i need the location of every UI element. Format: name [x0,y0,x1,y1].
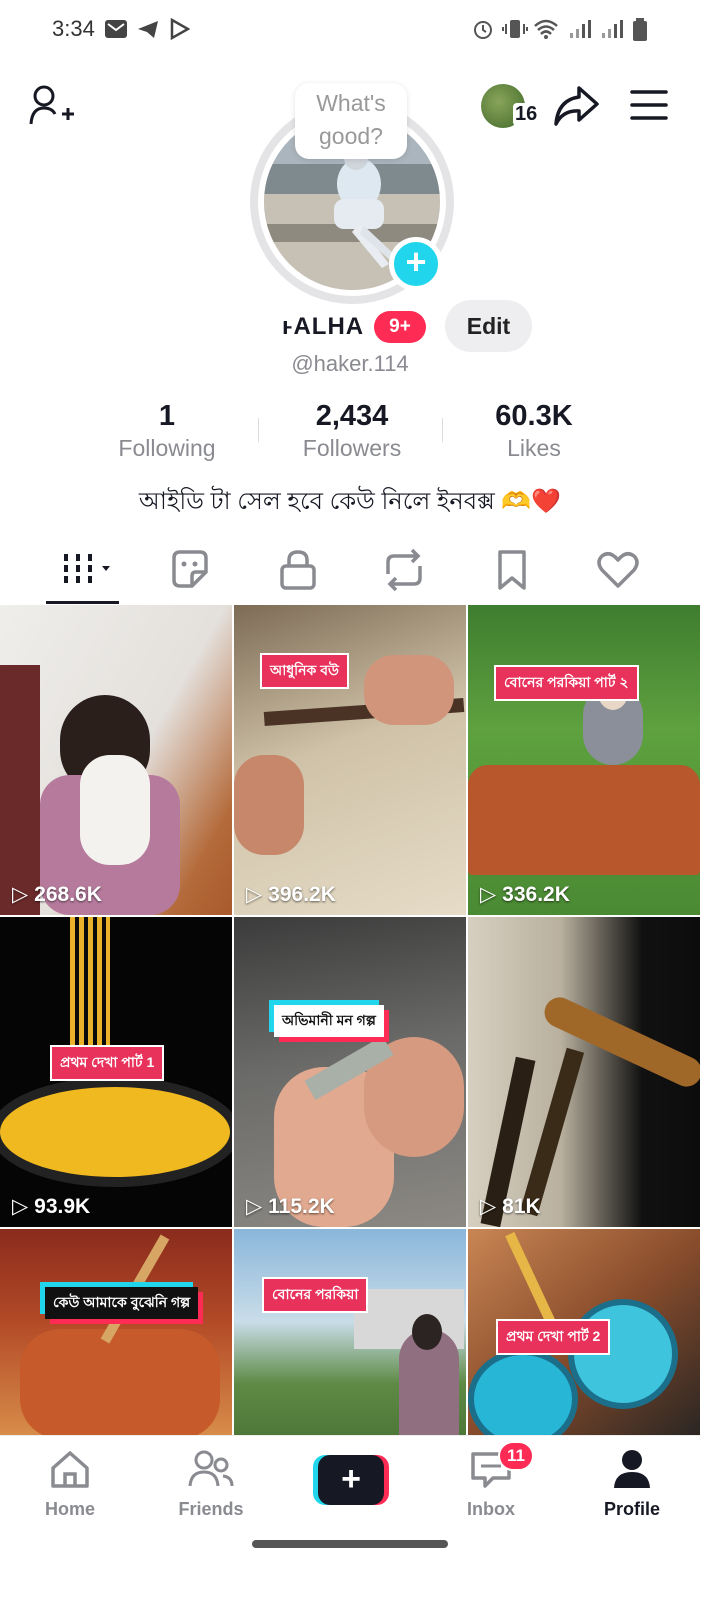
bubble-text-line2: good? [319,123,383,149]
video-caption: বোনের পরকিয়া [262,1277,369,1313]
play-icon: ▷ [480,883,497,906]
alarm-icon [474,21,492,39]
play-icon: ▷ [480,1195,497,1218]
favorites-sticker-icon[interactable] [168,548,228,592]
view-count: ▷ 268.6K [12,882,102,907]
stat-divider [258,418,259,442]
plus-icon: + [318,1455,384,1505]
stat-following-value: 1 [158,400,176,432]
videos-grid-icon[interactable] [60,548,120,592]
play-icon: ▷ [12,1195,29,1218]
mail-icon [105,20,127,38]
follower-avatar-count: 16 [513,103,540,126]
bookmark-icon[interactable] [490,548,550,592]
view-count: ▷ 336.2K [480,882,570,907]
menu-icon[interactable] [630,88,668,122]
friends-icon [188,1450,234,1487]
stat-divider [442,418,443,442]
add-friend-icon[interactable] [28,84,76,128]
stat-followers-label: Followers [302,435,402,461]
nav-profile-label: Profile [603,1499,660,1519]
video-caption: প্রথম দেখা পার্ট 2 [496,1319,611,1355]
telegram-icon [138,21,158,38]
video-thumbnail[interactable]: বোনের পরকিয়া পার্ট ২ ▷ 336.2K [468,605,700,915]
video-thumbnail[interactable]: অভিমানী মন গল্প ▷ 115.2K [234,917,466,1227]
stat-likes-value: 60.3K [495,400,573,432]
add-story-button[interactable]: + [389,237,443,291]
nav-home-label: Home [44,1499,95,1519]
video-caption: অভিমানী মন গল্প [274,1005,384,1037]
play-icon: ▷ [12,883,29,906]
nav-inbox-label: Inbox [467,1499,515,1519]
stat-likes-label: Likes [507,435,561,461]
stat-followers[interactable]: 2,434 Followers [290,400,414,462]
create-button[interactable]: + [313,1455,389,1505]
video-caption: কেউ আমাকে বুঝেনি গল্প [45,1287,199,1319]
liked-heart-icon[interactable] [596,548,656,592]
vibrate-icon [502,20,528,38]
view-count: ▷ 396.2K [246,882,336,907]
video-thumbnail[interactable]: ▷ 268.6K [0,605,232,915]
stat-likes[interactable]: 60.3K Likes [474,400,594,462]
video-thumbnail[interactable]: ▷ 81K [468,917,700,1227]
view-count: ▷ 93.9K [12,1194,91,1219]
nav-profile[interactable]: Profile [582,1448,682,1520]
stat-following[interactable]: 1 Following [108,400,226,462]
stat-following-label: Following [118,435,216,461]
view-count: ▷ 115.2K [246,1194,335,1219]
play-store-icon [170,18,190,40]
bubble-text-line1: What's [316,90,386,116]
stat-followers-value: 2,434 [315,400,389,432]
status-bar: 3:34 [0,0,715,60]
nav-friends-label: Friends [178,1499,244,1519]
plus-icon: + [405,241,427,282]
video-thumbnail[interactable]: বোনের পরকিয়া [234,1229,466,1435]
status-time: 3:34 [52,16,95,41]
home-indicator[interactable] [252,1540,448,1548]
notification-badge[interactable]: 9+ [374,311,426,343]
wifi-icon [534,19,558,39]
play-icon: ▷ [246,883,263,906]
repost-icon[interactable] [382,548,442,592]
video-thumbnail[interactable]: কেউ আমাকে বুঝেনি গল্প [0,1229,232,1435]
video-caption: প্রথম দেখা পার্ট 1 [50,1045,165,1081]
video-caption: আধুনিক বউ [260,653,349,689]
video-thumbnail[interactable]: আধুনিক বউ ▷ 396.2K [234,605,466,915]
status-bubble[interactable]: What's good? [295,83,407,159]
signal-icon [570,20,591,38]
active-tab-indicator [46,601,119,604]
video-thumbnail[interactable]: প্রথম দেখা পার্ট 1 ▷ 93.9K [0,917,232,1227]
battery-icon [633,18,647,41]
video-thumbnail[interactable]: প্রথম দেখা পার্ট 2 [468,1229,700,1435]
inbox-badge: 11 [498,1441,534,1471]
profile-name: ⱶALHA [282,313,365,340]
signal-icon-2 [602,20,623,38]
profile-handle: @haker.114 [291,351,409,376]
video-caption: বোনের পরকিয়া পার্ট ২ [494,665,639,701]
play-icon: ▷ [246,1195,263,1218]
profile-bio: আইডি টা সেল হবে কেউ নিলে ইনবক্স 🫶❤️ [138,488,562,515]
profile-icon [614,1450,650,1488]
home-icon [51,1451,89,1488]
private-lock-icon[interactable] [276,548,336,592]
nav-home[interactable]: Home [20,1448,120,1520]
view-count: ▷ 81K [480,1194,541,1219]
nav-friends[interactable]: Friends [161,1448,261,1520]
share-icon[interactable] [553,84,599,128]
edit-profile-button[interactable]: Edit [445,300,532,352]
